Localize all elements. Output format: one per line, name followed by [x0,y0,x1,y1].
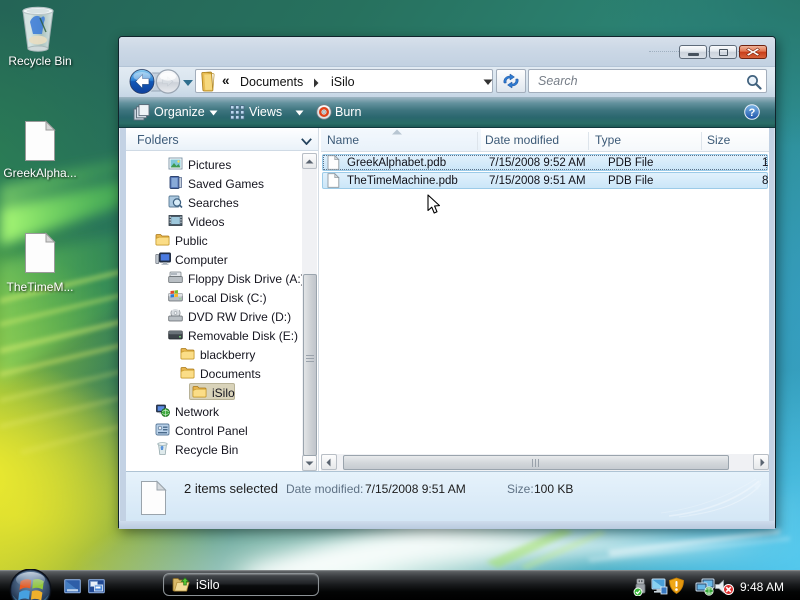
svg-text:?: ? [749,107,756,119]
